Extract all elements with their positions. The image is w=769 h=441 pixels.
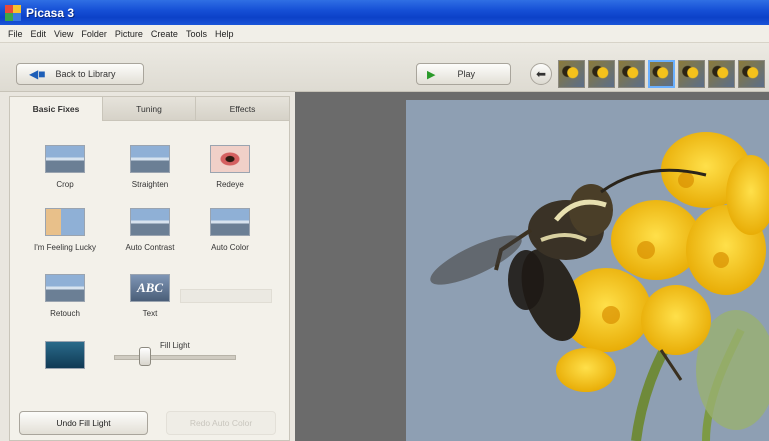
text-label: Text <box>142 309 158 318</box>
auto-color-tool[interactable]: Auto Color <box>184 208 276 252</box>
menu-create[interactable]: Create <box>147 29 182 39</box>
straighten-label: Straighten <box>131 180 169 189</box>
play-label: Play <box>457 69 475 79</box>
edit-panel: Basic Fixes Tuning Effects Crop Straight… <box>9 96 290 441</box>
fill-light-icon <box>45 341 85 369</box>
fill-light-label: Fill Light <box>160 341 190 350</box>
tab-tuning[interactable]: Tuning <box>103 97 196 121</box>
auto-color-label: Auto Color <box>211 243 249 252</box>
straighten-icon <box>130 145 170 173</box>
auto-contrast-icon <box>130 208 170 236</box>
retouch-icon <box>45 274 85 302</box>
crop-label: Crop <box>56 180 74 189</box>
menu-picture[interactable]: Picture <box>111 29 147 39</box>
fill-light-slider-track[interactable] <box>114 355 236 360</box>
wasp-on-flower-image <box>406 100 769 441</box>
filmstrip-thumbnail[interactable] <box>648 60 675 88</box>
filmstrip-thumbnail[interactable] <box>738 60 765 88</box>
feeling-lucky-icon <box>45 208 85 236</box>
crop-tool[interactable]: Crop <box>19 145 111 189</box>
redo-button: Redo Auto Color <box>166 411 276 435</box>
retouch-tool[interactable]: Retouch <box>19 274 111 318</box>
menu-tools[interactable]: Tools <box>182 29 211 39</box>
tab-basic-fixes[interactable]: Basic Fixes <box>10 97 103 121</box>
filmstrip-thumbnail[interactable] <box>678 60 705 88</box>
text-icon: ABC <box>130 274 170 302</box>
filmstrip-thumbnail[interactable] <box>588 60 615 88</box>
crop-icon <box>45 145 85 173</box>
redeye-label: Redeye <box>216 180 244 189</box>
main-photo[interactable] <box>406 100 769 441</box>
redeye-icon <box>210 145 250 173</box>
filmstrip-thumbnail[interactable] <box>558 60 585 88</box>
menu-file[interactable]: File <box>4 29 27 39</box>
feeling-lucky-label: I'm Feeling Lucky <box>34 243 96 252</box>
fill-light-tool <box>19 341 111 369</box>
edit-tabs: Basic Fixes Tuning Effects <box>10 97 289 121</box>
back-to-library-label: Back to Library <box>55 69 116 79</box>
menu-edit[interactable]: Edit <box>27 29 51 39</box>
disabled-tool-slot <box>180 289 272 303</box>
toolbar: ◀■ Back to Library ▶ Play ⬅ <box>0 43 769 92</box>
fill-light-slider-thumb[interactable] <box>138 347 151 366</box>
undo-fill-light-button[interactable]: Undo Fill Light <box>19 411 148 435</box>
auto-contrast-label: Auto Contrast <box>125 243 175 252</box>
filmstrip <box>558 60 769 90</box>
title-bar: Picasa 3 <box>0 0 769 25</box>
straighten-tool[interactable]: Straighten <box>104 145 196 189</box>
play-icon: ▶ <box>427 68 436 81</box>
tab-effects[interactable]: Effects <box>196 97 289 121</box>
menu-view[interactable]: View <box>50 29 77 39</box>
back-arrow-icon: ◀■ <box>29 67 46 81</box>
filmstrip-thumbnail[interactable] <box>618 60 645 88</box>
previous-photo-button[interactable]: ⬅ <box>530 63 552 85</box>
filmstrip-thumbnail[interactable] <box>708 60 735 88</box>
back-to-library-button[interactable]: ◀■ Back to Library <box>16 63 144 85</box>
auto-color-icon <box>210 208 250 236</box>
menu-help[interactable]: Help <box>211 29 238 39</box>
picasa-app-icon <box>5 4 21 21</box>
menu-bar: File Edit View Folder Picture Create Too… <box>0 25 769 43</box>
menu-folder[interactable]: Folder <box>77 29 111 39</box>
window-title: Picasa 3 <box>26 5 75 20</box>
retouch-label: Retouch <box>50 309 80 318</box>
play-button[interactable]: ▶ Play <box>416 63 511 85</box>
redeye-tool[interactable]: Redeye <box>184 145 276 189</box>
left-arrow-icon: ⬅ <box>535 67 547 81</box>
photo-view <box>295 92 769 441</box>
auto-contrast-tool[interactable]: Auto Contrast <box>104 208 196 252</box>
feeling-lucky-tool[interactable]: I'm Feeling Lucky <box>19 208 111 252</box>
